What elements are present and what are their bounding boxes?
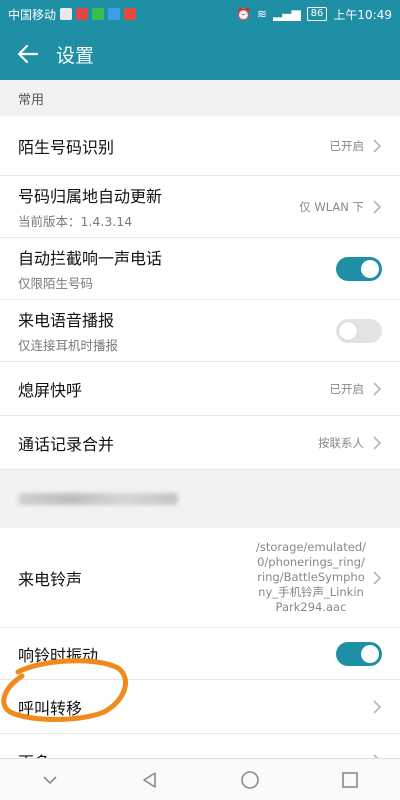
chevron-right-icon [373,570,382,585]
back-button[interactable] [0,28,56,80]
setting-block-one-ring-calls[interactable]: 自动拦截响一声电话 仅限陌生号码 [0,238,400,300]
signal-icon: ▂▄▆ [272,7,301,21]
notification-icon [124,8,137,20]
setting-value: 已开启 [329,138,365,153]
setting-label: 呼叫转移 [18,698,83,718]
setting-label: 更多 [18,749,372,759]
toggle-switch-on[interactable] [336,256,382,281]
page-title: 设置 [56,44,95,67]
notification-icon [108,8,121,20]
notification-icon [76,8,89,20]
setting-value: 已开启 [329,381,365,396]
toggle-knob [361,259,379,278]
back-triangle-icon [143,771,156,788]
app-bar: 设置 [0,28,400,80]
setting-label: 来电语音播报 [18,311,115,330]
status-bar: 中国移动 ⏰ ≋ ▂▄▆ 86 上午10:49 [0,0,400,28]
settings-list[interactable]: 常用 陌生号码识别 已开启 号码归属地自动更新 当前版本：1.4.3.14 仅 … [0,80,400,758]
setting-label: 陌生号码识别 [18,137,115,157]
wifi-icon: ≋ [256,7,267,21]
setting-call-forwarding[interactable]: 呼叫转移 [0,680,400,734]
section-header-common: 常用 [0,80,400,116]
home-circle-icon [241,770,259,789]
chevron-right-icon [373,199,382,214]
setting-label: 号码归属地自动更新 [18,187,163,206]
setting-sublabel: 仅限陌生号码 [18,276,94,291]
nav-collapse-button[interactable] [30,760,70,800]
setting-label: 响铃时振动 [18,645,99,665]
carrier-label: 中国移动 [8,7,57,22]
setting-label: 来电铃声 [18,569,83,589]
notification-icon [60,8,73,20]
battery-icon: 86 [306,7,328,21]
alarm-icon: ⏰ [235,7,251,21]
setting-ringtone[interactable]: 来电铃声 /storage/emulated/0/phonerings_ring… [0,528,400,628]
setting-screen-off-quick-call[interactable]: 熄屏快呼 已开启 [0,362,400,416]
ringtone-path: /storage/emulated/0/phonerings_ring/ring… [256,540,367,614]
nav-recents-button[interactable] [330,760,370,800]
setting-unknown-number-recognition[interactable]: 陌生号码识别 已开启 [0,116,400,176]
setting-sublabel: 仅连接耳机时播报 [18,338,119,353]
nav-home-button[interactable] [230,760,270,800]
blurred-section-header [0,470,400,528]
setting-label: 自动拦截响一声电话 [18,249,163,268]
setting-more[interactable]: 更多 [0,734,400,758]
chevron-right-icon [373,699,382,714]
recents-square-icon [342,771,358,788]
setting-label: 通话记录合并 [18,434,115,454]
chevron-right-icon [373,435,382,450]
toggle-switch-off[interactable] [336,318,382,343]
arrow-left-icon [17,44,39,64]
setting-value: 按联系人 [318,435,364,450]
toggle-knob [339,321,357,340]
chevron-down-icon [43,775,57,784]
setting-merge-call-logs[interactable]: 通话记录合并 按联系人 [0,416,400,470]
setting-location-auto-update[interactable]: 号码归属地自动更新 当前版本：1.4.3.14 仅 WLAN 下 [0,176,400,238]
notification-icon [92,8,105,20]
chevron-right-icon [373,381,382,396]
setting-voice-caller-broadcast[interactable]: 来电语音播报 仅连接耳机时播报 [0,300,400,362]
chevron-right-icon [373,138,382,153]
setting-vibrate-when-ringing[interactable]: 响铃时振动 [0,628,400,680]
toggle-knob [361,644,379,663]
nav-back-button[interactable] [130,760,170,800]
redacted-text [18,493,178,505]
setting-label: 熄屏快呼 [18,380,83,400]
setting-value: 仅 WLAN 下 [299,199,364,214]
setting-sublabel: 当前版本：1.4.3.14 [18,214,133,229]
system-nav-bar [0,758,400,800]
clock: 上午10:49 [333,7,392,22]
toggle-switch-on[interactable] [336,641,382,666]
